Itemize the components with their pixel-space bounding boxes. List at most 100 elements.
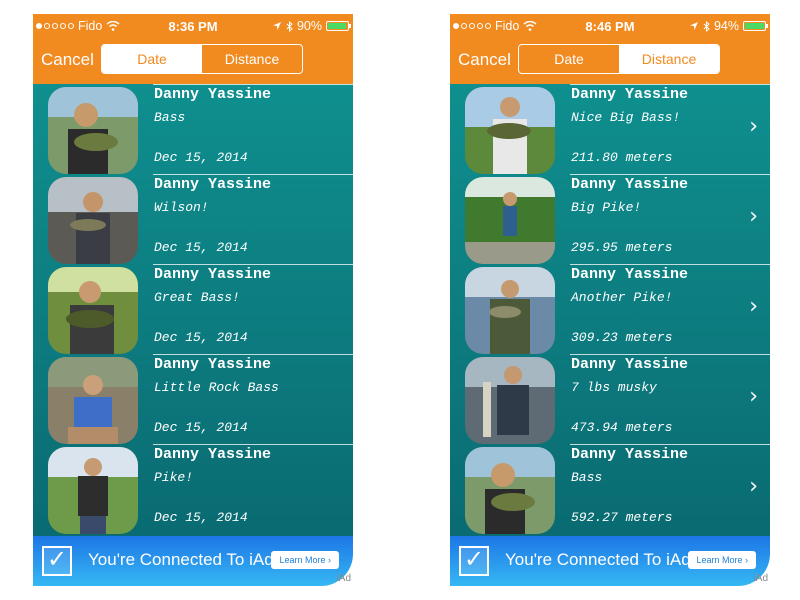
- row-separator: [570, 264, 770, 265]
- iad-banner[interactable]: ✓ You're Connected To iAd Learn More ›: [450, 536, 770, 586]
- catch-caption: Bass: [571, 470, 603, 485]
- row-separator: [153, 84, 353, 85]
- tab-date[interactable]: Date: [102, 45, 202, 73]
- tab-distance[interactable]: Distance: [619, 45, 719, 73]
- row-separator: [153, 174, 353, 175]
- list-item[interactable]: Danny Yassine 7 lbs musky 473.94 meters …: [450, 354, 770, 444]
- row-separator: [570, 354, 770, 355]
- status-bar: Fido 8:46 PM 94%: [450, 14, 770, 40]
- tab-distance[interactable]: Distance: [202, 45, 302, 73]
- top-bar: Fido 8:36 PM 90% Cancel Date Distance: [33, 14, 353, 84]
- angler-name: Danny Yassine: [154, 86, 272, 103]
- phone-screen-left: Fido 8:36 PM 90% Cancel Date Distance Da…: [33, 14, 353, 586]
- list-item[interactable]: Danny Yassine Bass 592.27 meters ›: [450, 444, 770, 534]
- row-separator: [153, 354, 353, 355]
- list-item[interactable]: Danny Yassine Pike! Dec 15, 2014: [33, 444, 353, 534]
- location-arrow-icon: [689, 22, 698, 30]
- catch-caption: Nice Big Bass!: [571, 110, 681, 125]
- catch-photo: [48, 357, 138, 444]
- battery-percent: 90%: [296, 19, 322, 33]
- status-bar: Fido 8:36 PM 90%: [33, 14, 353, 40]
- catch-list[interactable]: Danny Yassine Nice Big Bass! 211.80 mete…: [450, 84, 770, 536]
- row-separator: [153, 264, 353, 265]
- phone-screen-right: Fido 8:46 PM 94% Cancel Date Distance Da…: [450, 14, 770, 586]
- list-item[interactable]: Danny Yassine Bass Dec 15, 2014: [33, 84, 353, 174]
- catch-date: Dec 15, 2014: [154, 150, 248, 165]
- cancel-button[interactable]: Cancel: [458, 50, 511, 70]
- chevron-right-icon: ›: [749, 204, 758, 229]
- ad-text: You're Connected To iAd: [88, 550, 274, 569]
- row-separator: [570, 84, 770, 85]
- iad-label: iAd: [336, 573, 351, 584]
- battery-icon: [743, 21, 768, 31]
- battery-icon: [326, 21, 351, 31]
- angler-name: Danny Yassine: [571, 446, 689, 463]
- row-separator: [153, 444, 353, 445]
- iad-label: iAd: [753, 573, 768, 584]
- chevron-right-icon: ›: [749, 474, 758, 499]
- catch-photo: [48, 267, 138, 354]
- row-separator: [570, 444, 770, 445]
- catch-date: Dec 15, 2014: [154, 240, 248, 255]
- catch-caption: Little Rock Bass: [154, 380, 279, 395]
- catch-date: Dec 15, 2014: [154, 330, 248, 345]
- bluetooth-icon: [703, 20, 710, 32]
- angler-name: Danny Yassine: [154, 356, 272, 373]
- chevron-right-icon: ›: [749, 294, 758, 319]
- row-separator: [570, 174, 770, 175]
- catch-photo: [465, 87, 555, 174]
- catch-photo: [48, 87, 138, 174]
- angler-name: Danny Yassine: [571, 176, 689, 193]
- catch-photo: [465, 357, 555, 444]
- catch-caption: Wilson!: [154, 200, 209, 215]
- checkmark-icon: ✓: [459, 546, 489, 576]
- angler-name: Danny Yassine: [154, 446, 272, 463]
- catch-photo: [465, 267, 555, 354]
- catch-caption: Another Pike!: [571, 290, 673, 305]
- catch-distance: 295.95 meters: [571, 240, 673, 255]
- angler-name: Danny Yassine: [571, 266, 689, 283]
- catch-photo: [465, 177, 555, 264]
- tab-date[interactable]: Date: [519, 45, 619, 73]
- catch-caption: Great Bass!: [154, 290, 240, 305]
- catch-list[interactable]: Danny Yassine Bass Dec 15, 2014 Danny Ya…: [33, 84, 353, 536]
- list-item[interactable]: Danny Yassine Little Rock Bass Dec 15, 2…: [33, 354, 353, 444]
- catch-photo: [465, 447, 555, 534]
- battery-percent: 94%: [713, 19, 739, 33]
- list-item[interactable]: Danny Yassine Big Pike! 295.95 meters ›: [450, 174, 770, 264]
- chevron-right-icon: ›: [749, 384, 758, 409]
- catch-date: Dec 15, 2014: [154, 420, 248, 435]
- top-bar: Fido 8:46 PM 94% Cancel Date Distance: [450, 14, 770, 84]
- navigation-bar: Cancel Date Distance: [450, 40, 770, 84]
- angler-name: Danny Yassine: [571, 356, 689, 373]
- catch-distance: 592.27 meters: [571, 510, 673, 525]
- catch-distance: 211.80 meters: [571, 150, 673, 165]
- catch-photo: [48, 447, 138, 534]
- iad-banner[interactable]: ✓ You're Connected To iAd Learn More ›: [33, 536, 353, 586]
- chevron-right-icon: ›: [749, 114, 758, 139]
- location-arrow-icon: [272, 22, 281, 30]
- list-item[interactable]: Danny Yassine Wilson! Dec 15, 2014: [33, 174, 353, 264]
- catch-caption: Pike!: [154, 470, 194, 485]
- catch-date: Dec 15, 2014: [154, 510, 248, 525]
- angler-name: Danny Yassine: [571, 86, 689, 103]
- angler-name: Danny Yassine: [154, 266, 272, 283]
- navigation-bar: Cancel Date Distance: [33, 40, 353, 84]
- learn-more-button[interactable]: Learn More ›: [688, 551, 756, 569]
- catch-caption: Big Pike!: [571, 200, 642, 215]
- catch-caption: 7 lbs musky: [571, 380, 657, 395]
- catch-distance: 473.94 meters: [571, 420, 673, 435]
- catch-photo: [48, 177, 138, 264]
- list-item[interactable]: Danny Yassine Great Bass! Dec 15, 2014: [33, 264, 353, 354]
- sort-segmented-control: Date Distance: [101, 44, 303, 74]
- learn-more-button[interactable]: Learn More ›: [271, 551, 339, 569]
- catch-distance: 309.23 meters: [571, 330, 673, 345]
- angler-name: Danny Yassine: [154, 176, 272, 193]
- sort-segmented-control: Date Distance: [518, 44, 720, 74]
- list-item[interactable]: Danny Yassine Nice Big Bass! 211.80 mete…: [450, 84, 770, 174]
- cancel-button[interactable]: Cancel: [41, 50, 94, 70]
- bluetooth-icon: [286, 20, 293, 32]
- ad-text: You're Connected To iAd: [505, 550, 691, 569]
- list-item[interactable]: Danny Yassine Another Pike! 309.23 meter…: [450, 264, 770, 354]
- catch-caption: Bass: [154, 110, 186, 125]
